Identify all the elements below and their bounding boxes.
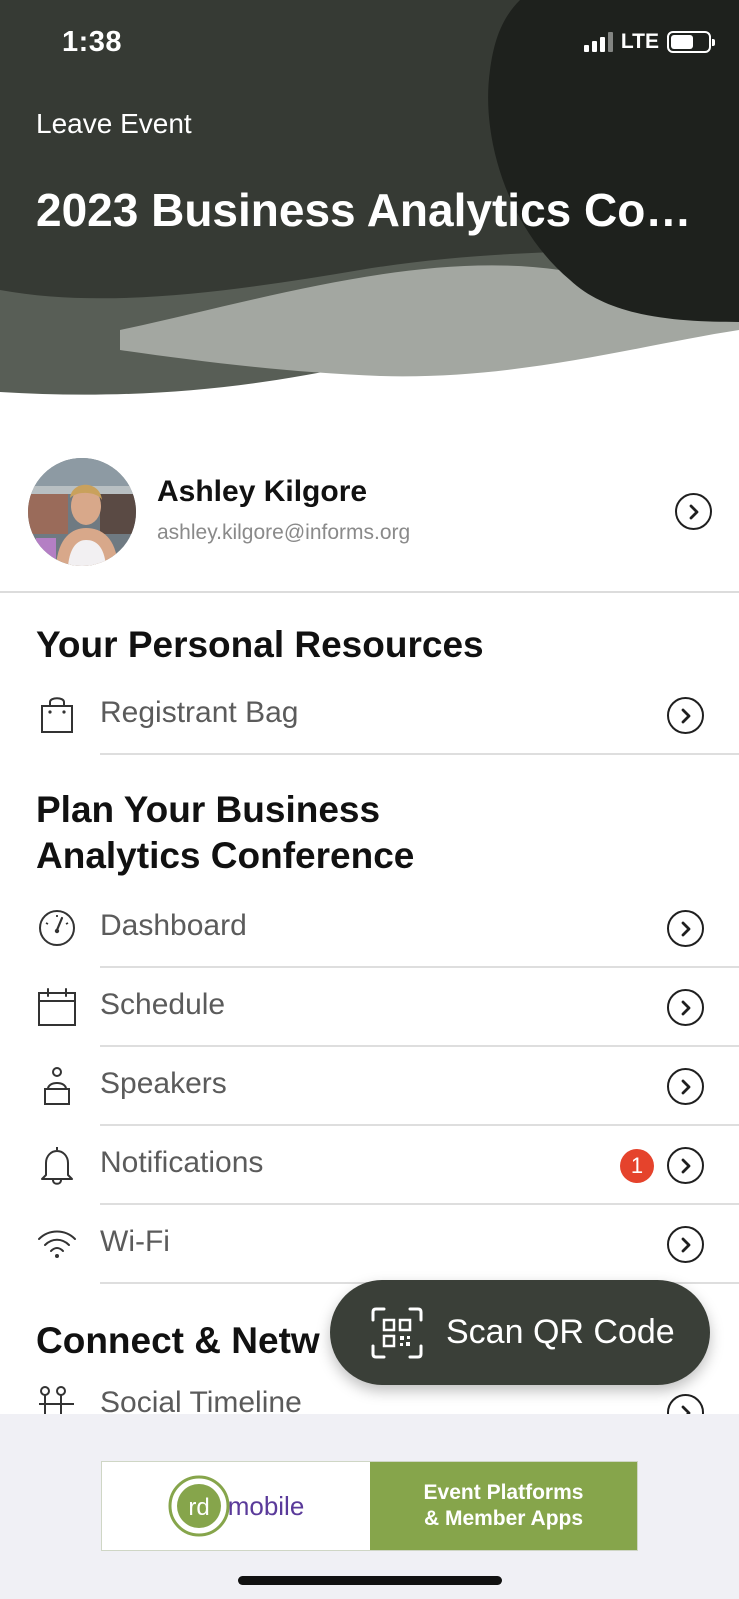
profile-row[interactable]: Ashley Kilgore ashley.kilgore@informs.or…	[0, 445, 739, 593]
leave-event-link[interactable]: Leave Event	[36, 108, 192, 140]
list-item-label: Schedule	[100, 988, 226, 1021]
wifi-icon	[36, 1223, 78, 1265]
chevron-right-icon[interactable]	[667, 1226, 704, 1263]
profile-email: ashley.kilgore@informs.org	[157, 521, 411, 544]
cellular-signal-icon	[583, 32, 613, 52]
home-indicator[interactable]	[238, 1576, 502, 1585]
list-item-label: Registrant Bag	[100, 696, 299, 729]
network-type: LTE	[620, 30, 659, 53]
chevron-right-icon[interactable]	[667, 910, 704, 947]
status-time: 1:38	[62, 26, 123, 58]
chevron-right-icon[interactable]	[667, 1394, 704, 1414]
chevron-right-icon[interactable]	[667, 1068, 704, 1105]
section-title-plan-line1: Plan Your Business	[36, 789, 381, 830]
dashboard-gauge-icon	[36, 907, 78, 949]
bell-icon	[36, 1144, 78, 1186]
battery-icon	[667, 31, 715, 53]
chevron-right-icon[interactable]	[675, 493, 712, 530]
section-title-connect: Connect & Netw	[36, 1320, 320, 1361]
rd-logo-text: rd	[188, 1494, 209, 1521]
section-title-personal: Your Personal Resources	[36, 624, 484, 665]
list-item-schedule[interactable]: Schedule	[0, 968, 739, 1047]
rd-mobile-ad-banner[interactable]: rd mobile Event Platforms & Member Apps	[101, 1461, 638, 1551]
ad-brand-text: mobile	[227, 1490, 305, 1521]
section-title-plan-line2: Analytics Conference	[36, 835, 415, 876]
list-item-label: Notifications	[100, 1146, 264, 1179]
profile-name: Ashley Kilgore	[157, 475, 368, 508]
qr-code-icon	[370, 1306, 424, 1360]
notification-count-badge: 1	[620, 1149, 654, 1183]
status-indicators: LTE	[583, 30, 715, 54]
avatar	[28, 458, 136, 566]
section-title-plan: Plan Your Business Analytics Conference	[36, 787, 414, 879]
chevron-right-icon[interactable]	[667, 1147, 704, 1184]
people-icon	[36, 1384, 78, 1414]
chevron-right-icon[interactable]	[667, 989, 704, 1026]
ad-brand: rd mobile	[102, 1462, 370, 1550]
list-item-dashboard[interactable]: Dashboard	[0, 889, 739, 968]
list-item-label: Wi-Fi	[100, 1225, 170, 1258]
speaker-podium-icon	[36, 1065, 78, 1107]
event-header: 1:38 LTE Leave Event 2023 Business Analy…	[0, 0, 739, 400]
list-item-label: Speakers	[100, 1067, 227, 1100]
footer-ad-area: rd mobile Event Platforms & Member Apps	[0, 1414, 739, 1599]
ad-tagline-line1: Event Platforms	[423, 1481, 584, 1504]
divider	[100, 753, 739, 755]
calendar-icon	[36, 986, 78, 1028]
event-title: 2023 Business Analytics Co…	[36, 184, 692, 236]
list-item-speakers[interactable]: Speakers	[0, 1047, 739, 1126]
scan-qr-code-button[interactable]: Scan QR Code	[330, 1280, 710, 1385]
list-item-wifi[interactable]: Wi-Fi	[0, 1205, 739, 1284]
list-item-label: Dashboard	[100, 909, 247, 942]
scan-qr-code-label: Scan QR Code	[446, 1313, 675, 1351]
ad-tagline-line2: & Member Apps	[423, 1507, 584, 1530]
list-item-registrant-bag[interactable]: Registrant Bag	[0, 676, 739, 755]
bag-icon	[36, 694, 78, 736]
list-item-label: Social Timeline	[100, 1386, 302, 1414]
list-item-notifications[interactable]: Notifications 1	[0, 1126, 739, 1205]
ad-tagline: Event Platforms & Member Apps	[370, 1462, 637, 1550]
rd-logo-icon: rd	[168, 1475, 230, 1537]
chevron-right-icon[interactable]	[667, 697, 704, 734]
